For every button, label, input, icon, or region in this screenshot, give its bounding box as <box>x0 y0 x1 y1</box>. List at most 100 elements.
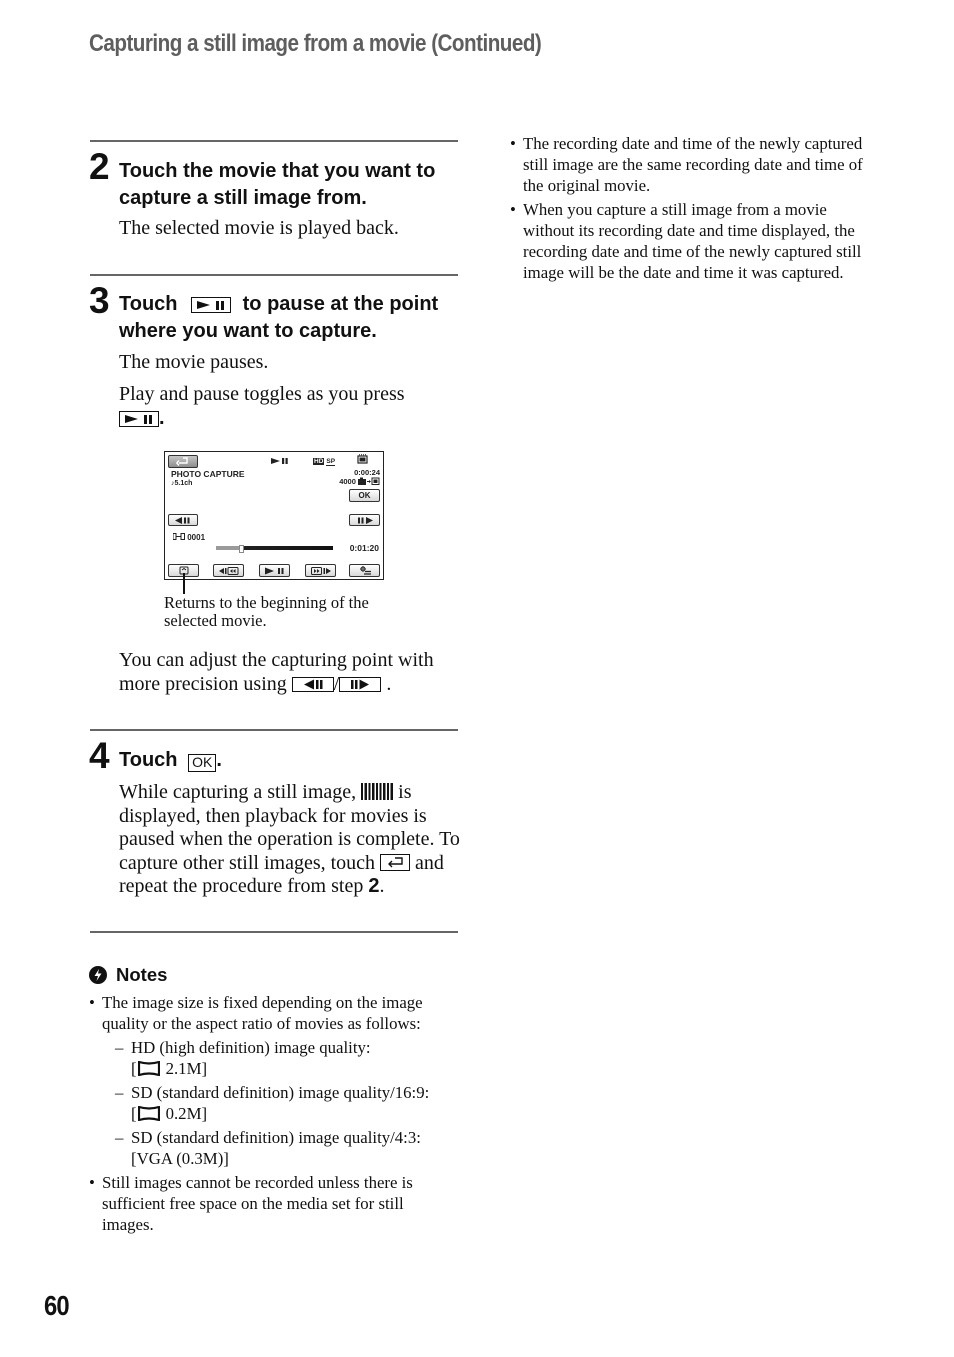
page-number: 60 <box>44 1290 70 1321</box>
description-text: Play and pause toggles as you press <box>119 383 405 405</box>
period: . <box>216 749 222 771</box>
play-pause-key-icon <box>119 410 159 427</box>
dash: – <box>115 1128 124 1147</box>
playback-position-marker[interactable] <box>239 545 245 553</box>
file-number-value: 0001 <box>187 533 206 542</box>
notes-list: • The image size is fixed depending on t… <box>89 992 459 1235</box>
heading-text: Touch <box>119 293 178 315</box>
note-item: • The image size is fixed depending on t… <box>89 992 459 1169</box>
step-heading: Touch OK. <box>119 747 464 774</box>
image-size: 2.1M] <box>165 1059 208 1078</box>
options-icon <box>359 566 371 575</box>
lcd-title: PHOTO CAPTURE <box>171 469 245 479</box>
next-button[interactable] <box>305 564 336 577</box>
elapsed-time: 0:00:24 <box>354 468 380 477</box>
wide-ratio-icon <box>137 1106 160 1121</box>
notes-warning-icon <box>89 966 107 984</box>
wide-ratio-icon <box>137 1061 160 1076</box>
media-card-icon <box>357 454 368 466</box>
step-heading: Touch to pause at the point where you wa… <box>119 291 464 344</box>
playback-progress-track[interactable] <box>216 545 333 553</box>
period: . <box>159 406 165 429</box>
section-divider <box>90 729 458 731</box>
subitem-text: HD (high definition) image quality: <box>131 1038 371 1057</box>
note-subitem: – SD (standard definition) image quality… <box>102 1127 459 1169</box>
ok-button[interactable]: OK <box>349 489 380 502</box>
note-subitem: – SD (standard definition) image quality… <box>102 1082 459 1124</box>
page-header-title: Capturing a still image from a movie (Co… <box>89 30 542 57</box>
callout-caption: Returns to the beginning of the selected… <box>164 593 369 630</box>
heading-text: Touch <box>119 749 178 771</box>
note-subitem: – HD (high definition) image quality: [2… <box>102 1037 459 1079</box>
note-text: The recording date and time of the newly… <box>523 134 863 195</box>
frame-back-icon <box>175 516 190 524</box>
play-pause-key-icon <box>191 297 232 313</box>
photo-count: 4000 <box>339 477 356 486</box>
frame-forward-icon <box>357 516 373 524</box>
dash: – <box>115 1083 124 1102</box>
sp-badge: SP <box>326 458 336 466</box>
frame-back-key-icon <box>291 676 334 692</box>
period: . <box>379 875 385 897</box>
bracket: [ <box>131 1104 137 1123</box>
notes-heading: Notes <box>89 964 167 986</box>
remaining-photos: 4000 <box>339 477 380 486</box>
bullet: • <box>510 134 516 153</box>
frame-forward-button[interactable] <box>349 514 380 526</box>
period: . <box>386 672 392 695</box>
step-description: While capturing a still image, is displa… <box>119 781 464 899</box>
image-size: [VGA (0.3M)] <box>131 1149 229 1168</box>
next-icon <box>310 566 331 575</box>
section-divider <box>90 140 458 142</box>
note-text: When you capture a still image from a mo… <box>523 200 862 282</box>
play-pause-status-icon <box>271 457 289 467</box>
options-button[interactable] <box>349 564 380 577</box>
previous-button[interactable] <box>213 564 244 577</box>
subitem-text: SD (standard definition) image quality/4… <box>131 1128 421 1147</box>
camera-to-media-icon <box>358 477 380 485</box>
return-icon <box>176 457 188 466</box>
prev-icon <box>218 566 238 575</box>
note-item: • The recording date and time of the new… <box>510 133 880 196</box>
step-description: You can adjust the capturing point with … <box>119 649 464 696</box>
quality-mode-badge: HD SP <box>313 457 336 466</box>
step-description: The selected movie is played back. <box>119 217 399 239</box>
ok-key-icon: OK <box>188 754 217 772</box>
step-number: 2 <box>89 146 110 187</box>
play-pause-button[interactable] <box>259 564 290 577</box>
note-item: • When you capture a still image from a … <box>510 199 880 283</box>
dash: – <box>115 1038 124 1057</box>
image-size: 0.2M] <box>165 1104 208 1123</box>
note-text: The image size is fixed depending on the… <box>102 993 423 1033</box>
step-reference: 2 <box>368 875 380 897</box>
return-key-icon <box>380 853 411 871</box>
step-heading: Touch the movie that you want to capture… <box>119 160 436 209</box>
return-button[interactable] <box>168 455 198 468</box>
frame-forward-key-icon <box>339 676 382 692</box>
step-number: 3 <box>89 280 110 321</box>
film-icon <box>172 533 185 540</box>
hd-badge: HD <box>313 458 325 465</box>
movie-duration: 0:01:20 <box>349 543 379 553</box>
description-text: While capturing a still image, <box>119 781 357 803</box>
subitem-text: SD (standard definition) image quality/1… <box>131 1083 430 1102</box>
capturing-progress-icon <box>361 783 394 800</box>
notes-heading-text: Notes <box>116 964 168 985</box>
bracket: [ <box>131 1059 137 1078</box>
step-description: The movie pauses. <box>119 351 269 373</box>
right-column-notes: • The recording date and time of the new… <box>510 133 880 283</box>
bullet: • <box>89 993 95 1012</box>
bullet: • <box>510 200 516 219</box>
audio-indicator: ♪5.1ch <box>171 480 193 487</box>
note-text: Still images cannot be recorded unless t… <box>102 1173 413 1234</box>
note-item: • Still images cannot be recorded unless… <box>89 1172 459 1235</box>
frame-back-button[interactable] <box>168 514 198 526</box>
step-number: 4 <box>89 735 110 776</box>
lcd-screen-illustration: HD SP PHOTO CAPTURE ♪5.1ch 0:00:24 4000 O… <box>164 451 384 580</box>
bullet: • <box>89 1173 95 1192</box>
play-pause-icon <box>264 567 283 574</box>
section-divider <box>90 931 458 933</box>
callout-line <box>183 573 185 594</box>
step-description: Play and pause toggles as you press . <box>119 383 464 430</box>
file-number: 0001 <box>172 533 206 542</box>
